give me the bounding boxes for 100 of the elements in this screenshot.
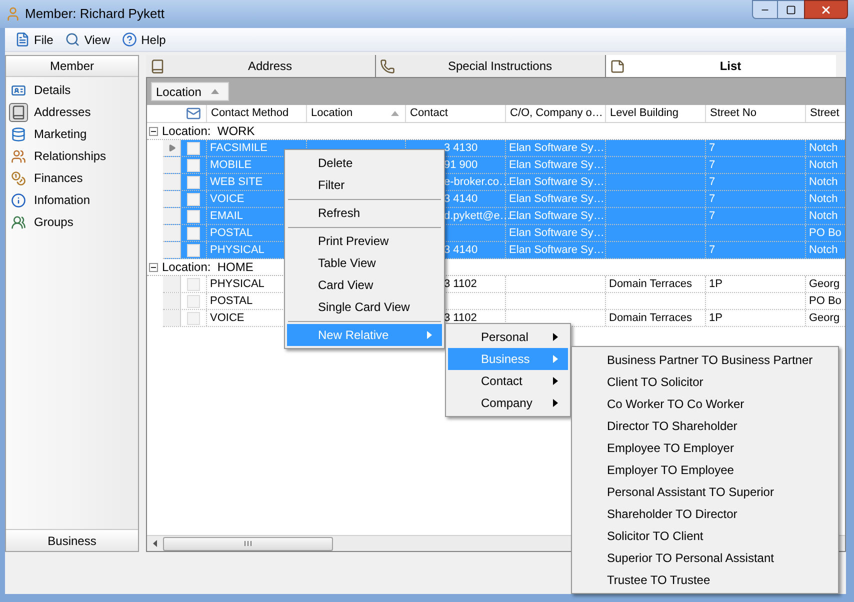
column-header[interactable]: Street — [805, 105, 845, 122]
sidebar-item-icon — [11, 82, 26, 98]
tab-icon — [380, 58, 395, 74]
menu-item[interactable]: View — [65, 30, 110, 48]
tab-icon — [150, 58, 165, 74]
table-cell-text: 1P — [709, 276, 722, 292]
sidebar-item[interactable]: Finances — [6, 167, 138, 189]
sidebar-item-icon — [11, 126, 26, 142]
tab[interactable]: Address — [146, 55, 376, 77]
menu-item[interactable]: Director TO Shareholder — [574, 415, 836, 437]
table-cell-text: 7 — [709, 174, 716, 190]
menu-item[interactable]: Personal Assistant TO Superior — [574, 481, 836, 503]
sidebar-item-icon — [11, 192, 26, 208]
left-arrow-icon — [153, 540, 157, 547]
group-by-chip[interactable]: Location — [151, 82, 229, 101]
table-cell-text: MOBILE — [210, 158, 252, 173]
table-cell-text: PO Bo — [809, 226, 842, 241]
collapse-toggle[interactable] — [149, 126, 158, 136]
checkbox[interactable] — [187, 312, 200, 324]
sidebar-item[interactable]: Details — [6, 79, 138, 101]
menu-item[interactable]: Business Partner TO Business Partner — [574, 349, 836, 371]
checkbox[interactable] — [187, 192, 200, 206]
table-cell-text: EMAIL — [210, 208, 244, 224]
table-cell-text: Domain Terraces — [609, 310, 692, 326]
table-cell-text: Domain Terraces — [609, 276, 692, 292]
table-cell-text: WEB SITE — [210, 174, 263, 190]
table-cell-text: Notch — [809, 242, 838, 258]
sidebar-item[interactable]: Relationships — [6, 145, 138, 167]
menu-item[interactable]: Employer TO Employee — [574, 459, 836, 481]
menu-item[interactable]: Solicitor TO Client — [574, 525, 836, 547]
table-cell-text: PO Bo — [809, 294, 842, 309]
checkbox[interactable] — [187, 158, 200, 172]
column-header[interactable]: Contact — [405, 105, 505, 122]
column-header[interactable]: C/O, Company o… — [505, 105, 605, 122]
column-header[interactable]: Location — [306, 105, 405, 122]
scrollbar-thumb[interactable] — [163, 536, 333, 550]
table-cell-text: FACSIMILE — [210, 140, 268, 156]
table-cell-text: POSTAL — [210, 226, 253, 241]
table-cell-text: d.pykett@e… — [444, 208, 511, 224]
table-cell-text: Elan Software Sy… — [509, 158, 604, 173]
checkbox[interactable] — [187, 226, 200, 240]
menu-item[interactable]: Employee TO Employer — [574, 437, 836, 459]
tab-icon — [610, 58, 625, 74]
table-cell-text: PHYSICAL — [210, 242, 264, 258]
table-cell-text: Notch — [809, 192, 838, 207]
column-header[interactable]: Level Building — [605, 105, 705, 122]
maximize-button[interactable] — [778, 0, 804, 19]
table-cell-text: Georg — [809, 310, 840, 326]
checkbox[interactable] — [187, 294, 200, 308]
table-cell-text: POSTAL — [210, 294, 253, 309]
column-header[interactable]: Street No — [705, 105, 805, 122]
group-label: Location: WORK — [162, 123, 255, 140]
menu-item[interactable]: Shareholder TO Director — [574, 503, 836, 525]
menu-item[interactable]: Co Worker TO Co Worker — [574, 393, 836, 415]
submenu-arrow-icon — [427, 331, 432, 339]
sidebar-item[interactable]: Marketing — [6, 123, 138, 145]
checkbox[interactable] — [187, 278, 200, 290]
column-header[interactable]: Contact Method — [206, 105, 306, 122]
menu-item[interactable]: Contact — [448, 370, 568, 392]
menu-item[interactable]: Trustee TO Trustee — [574, 569, 836, 591]
envelope-icon — [186, 106, 201, 121]
table-cell-text: 7 — [709, 192, 716, 207]
group-label: Location: HOME — [162, 259, 254, 276]
maximize-icon — [786, 4, 796, 14]
table-cell-text: PHYSICAL — [210, 276, 264, 292]
menu-item[interactable]: Personal — [448, 326, 568, 348]
minus-icon — [151, 128, 156, 134]
window-title: Member: Richard Pykett — [25, 5, 164, 24]
checkbox[interactable] — [187, 176, 200, 188]
menu-item[interactable]: Company — [448, 392, 568, 414]
table-cell-text: 3 4130 — [444, 140, 478, 156]
menu-item[interactable]: Card View — [287, 274, 442, 296]
table-cell-text: e-broker.co… — [444, 174, 510, 190]
menu-item[interactable]: File — [15, 30, 54, 48]
menu-item[interactable]: Client TO Solicitor — [574, 371, 836, 393]
magnifier-icon — [65, 32, 80, 47]
table-cell-text: Elan Software Sy… — [509, 208, 604, 224]
menu-item[interactable]: Help — [122, 30, 166, 48]
close-button[interactable] — [804, 0, 848, 19]
checkbox[interactable] — [187, 142, 200, 154]
sidebar-item-icon — [11, 104, 26, 120]
sidebar-footer[interactable]: Business — [6, 529, 138, 551]
collapse-toggle[interactable] — [149, 262, 158, 272]
tab[interactable]: List — [606, 55, 836, 77]
sidebar-item-icon — [11, 170, 26, 186]
sidebar-item[interactable]: Groups — [6, 211, 138, 233]
help-icon — [122, 32, 138, 47]
table-cell-text: 3 1102 — [444, 310, 477, 326]
tab[interactable]: Special Instructions — [376, 55, 606, 77]
checkbox[interactable] — [187, 210, 200, 222]
checkbox[interactable] — [187, 244, 200, 256]
sidebar-header[interactable]: Member — [6, 56, 138, 77]
table-cell-text: Elan Software Sy… — [509, 174, 604, 190]
table-cell-text: 3 4140 — [444, 192, 478, 207]
table-cell-text: 91 900 — [444, 158, 478, 173]
submenu-arrow-icon — [553, 333, 558, 341]
sidebar-item[interactable]: Addresses — [6, 101, 138, 123]
menu-item[interactable]: Superior TO Personal Assistant — [574, 547, 836, 569]
sidebar-item[interactable]: Infomation — [6, 189, 138, 211]
table-cell-text: Notch — [809, 158, 838, 173]
